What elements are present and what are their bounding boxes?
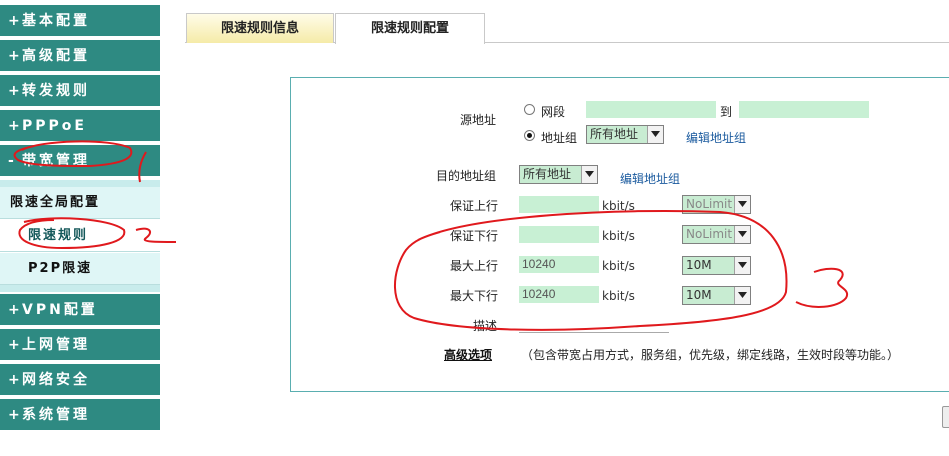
- chevron-down-icon: [581, 166, 597, 183]
- max-up-select[interactable]: 10M: [682, 256, 751, 275]
- chevron-down-icon: [734, 226, 750, 243]
- guaranteed-up-select[interactable]: NoLimit: [682, 195, 751, 214]
- max-down-label: 最大下行: [450, 289, 499, 303]
- collapse-icon: -: [8, 153, 14, 169]
- unit-label: kbit/s: [602, 199, 635, 213]
- expand-icon: +: [8, 372, 20, 388]
- select-value: 10M: [686, 258, 712, 272]
- segment-end-input[interactable]: [739, 101, 869, 118]
- segment-start-input[interactable]: [586, 101, 716, 118]
- expand-icon: +: [8, 407, 20, 423]
- sidebar-item-label: 转发规则: [22, 83, 90, 99]
- expand-icon: +: [8, 83, 20, 99]
- sidebar-subitem-global-limit[interactable]: 限速全局配置: [0, 187, 160, 219]
- select-value: 所有地址: [590, 127, 639, 141]
- select-value: NoLimit: [686, 197, 733, 211]
- radio-segment-label: 网段: [541, 105, 566, 119]
- guaranteed-up-input[interactable]: [519, 196, 599, 213]
- dest-group-select[interactable]: 所有地址: [519, 165, 598, 184]
- sidebar-item-label: 上网管理: [22, 337, 90, 353]
- chevron-down-icon: [734, 287, 750, 304]
- sidebar-item-vpn[interactable]: + VPN配置: [0, 294, 160, 327]
- max-down-select[interactable]: 10M: [682, 286, 751, 305]
- description-label: 描述: [473, 319, 498, 333]
- description-input[interactable]: [519, 332, 669, 333]
- partial-button[interactable]: [942, 406, 949, 428]
- sidebar-subitem-limit-rules[interactable]: 限速规则: [0, 220, 160, 252]
- select-value: 所有地址: [523, 167, 572, 181]
- sidebar-item-label: 带宽管理: [22, 153, 90, 169]
- radio-segment[interactable]: [524, 104, 535, 115]
- sidebar-subitem-label: P2P限速: [28, 261, 93, 276]
- guaranteed-down-select[interactable]: NoLimit: [682, 225, 751, 244]
- radio-address-group-label: 地址组: [541, 131, 578, 145]
- tab-rule-info[interactable]: 限速规则信息: [186, 13, 334, 43]
- advanced-options-link[interactable]: 高级选项: [444, 346, 492, 363]
- sidebar-subitem-label: 限速全局配置: [10, 195, 101, 210]
- sidebar-item-label: VPN配置: [22, 302, 98, 318]
- source-group-select[interactable]: 所有地址: [586, 125, 664, 144]
- advanced-options-note: （包含带宽占用方式，服务组，优先级，绑定线路，生效时段等功能。）: [521, 348, 900, 362]
- tab-rule-config[interactable]: 限速规则配置: [335, 13, 485, 44]
- edit-dest-group-link[interactable]: 编辑地址组: [620, 170, 680, 187]
- submenu-divider: [0, 285, 160, 292]
- sidebar-subitem-p2p-limit[interactable]: P2P限速: [0, 253, 160, 285]
- expand-icon: +: [8, 118, 20, 134]
- sidebar-item-label: PPPoE: [22, 118, 87, 134]
- sidebar-item-pppoe[interactable]: + PPPoE: [0, 110, 160, 143]
- sidebar-item-internet-mgmt[interactable]: + 上网管理: [0, 329, 160, 362]
- segment-to-label: 到: [720, 105, 733, 119]
- radio-selected-dot: [527, 133, 532, 138]
- sidebar-item-label: 高级配置: [22, 48, 90, 64]
- select-value: NoLimit: [686, 227, 733, 241]
- sidebar-item-net-security[interactable]: + 网络安全: [0, 364, 160, 397]
- tab-label: 限速规则配置: [370, 21, 449, 36]
- unit-label: kbit/s: [602, 259, 635, 273]
- expand-icon: +: [8, 337, 20, 353]
- expand-icon: +: [8, 13, 20, 29]
- sidebar-item-advanced-config[interactable]: + 高级配置: [0, 40, 160, 73]
- chevron-down-icon: [647, 126, 663, 143]
- sidebar-item-label: 系统管理: [22, 407, 90, 423]
- unit-label: kbit/s: [602, 229, 635, 243]
- sidebar: + 基本配置 + 高级配置 + 转发规则 + PPPoE - 带宽管理 限速全局配置 限速…: [0, 0, 161, 435]
- sidebar-item-basic-config[interactable]: + 基本配置: [0, 5, 160, 38]
- source-address-label: 源地址: [460, 113, 497, 127]
- sidebar-item-system-mgmt[interactable]: + 系统管理: [0, 399, 160, 432]
- sidebar-item-label: 基本配置: [22, 13, 90, 29]
- max-up-input[interactable]: [519, 256, 599, 273]
- sidebar-subitem-label: 限速规则: [28, 228, 89, 243]
- radio-address-group[interactable]: [524, 130, 535, 141]
- max-up-label: 最大上行: [450, 259, 499, 273]
- select-value: 10M: [686, 288, 712, 302]
- sidebar-item-forward-rules[interactable]: + 转发规则: [0, 75, 160, 108]
- sidebar-item-bandwidth[interactable]: - 带宽管理: [0, 145, 160, 178]
- submenu-divider: [0, 180, 160, 187]
- guaranteed-down-label: 保证下行: [450, 229, 499, 243]
- unit-label: kbit/s: [602, 289, 635, 303]
- max-down-input[interactable]: [519, 286, 599, 303]
- sidebar-item-label: 网络安全: [22, 372, 90, 388]
- expand-icon: +: [8, 48, 20, 64]
- chevron-down-icon: [734, 257, 750, 274]
- guaranteed-down-input[interactable]: [519, 226, 599, 243]
- dest-group-label: 目的地址组: [436, 169, 497, 183]
- guaranteed-up-label: 保证上行: [450, 199, 499, 213]
- expand-icon: +: [8, 302, 20, 318]
- tab-label: 限速规则信息: [220, 21, 299, 36]
- edit-source-group-link[interactable]: 编辑地址组: [686, 129, 746, 146]
- chevron-down-icon: [734, 196, 750, 213]
